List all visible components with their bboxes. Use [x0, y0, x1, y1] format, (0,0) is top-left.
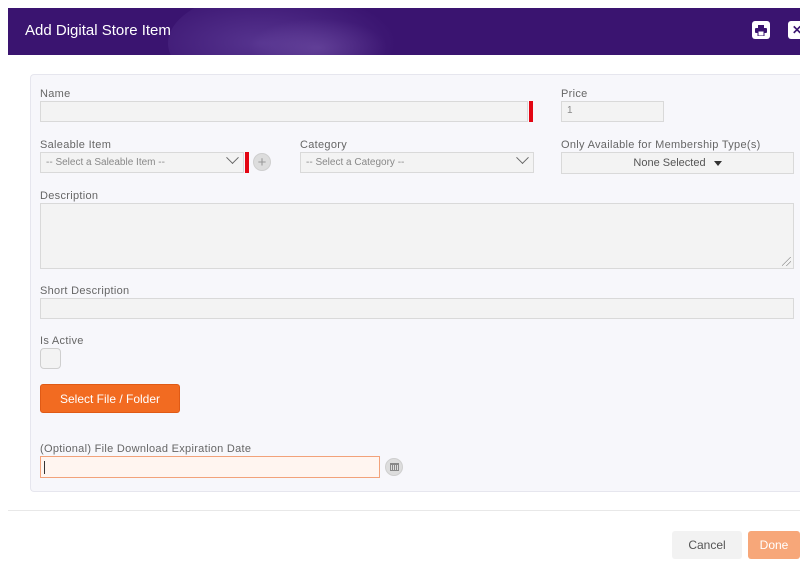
saleable-item-label: Saleable Item [40, 139, 112, 151]
required-marker [529, 101, 533, 122]
done-button[interactable]: Done [748, 531, 800, 559]
membership-selected-value: None Selected [633, 157, 706, 169]
expiration-date-label: (Optional) File Download Expiration Date [40, 443, 252, 455]
description-textarea[interactable] [40, 203, 794, 269]
is-active-label: Is Active [40, 335, 84, 347]
resize-handle-icon[interactable] [782, 257, 791, 266]
modal-header: Add Digital Store Item ✕ [8, 8, 800, 55]
calendar-icon[interactable] [385, 458, 403, 476]
close-icon[interactable]: ✕ [788, 21, 800, 39]
print-icon[interactable] [752, 21, 770, 39]
modal-edge [0, 0, 8, 574]
price-input[interactable]: 1 [561, 101, 664, 122]
add-digital-store-item-modal: Add Digital Store Item ✕ Name Price 1 Sa… [0, 0, 800, 574]
cancel-button[interactable]: Cancel [672, 531, 742, 559]
saleable-item-placeholder: -- Select a Saleable Item -- [46, 157, 165, 168]
footer-divider [8, 510, 800, 511]
modal-title: Add Digital Store Item [25, 22, 171, 39]
short-description-label: Short Description [40, 285, 130, 297]
chevron-down-icon [226, 151, 239, 165]
category-label: Category [300, 139, 348, 151]
short-description-input[interactable] [40, 298, 794, 319]
text-cursor [44, 461, 45, 474]
expiration-date-input[interactable] [40, 456, 380, 478]
is-active-checkbox[interactable] [40, 348, 61, 369]
description-label: Description [40, 190, 99, 202]
add-saleable-item-icon[interactable]: + [253, 153, 271, 171]
price-label: Price [561, 88, 588, 100]
required-marker [245, 152, 249, 173]
chevron-down-icon [516, 151, 529, 165]
select-file-button[interactable]: Select File / Folder [40, 384, 180, 413]
saleable-item-select[interactable]: -- Select a Saleable Item -- [40, 151, 244, 173]
caret-down-icon [713, 160, 722, 166]
category-select[interactable]: -- Select a Category -- [300, 151, 534, 173]
name-label: Name [40, 88, 71, 100]
membership-label: Only Available for Membership Type(s) [561, 139, 761, 151]
category-placeholder: -- Select a Category -- [306, 157, 405, 168]
form-panel [30, 74, 800, 492]
membership-multiselect[interactable]: None Selected [561, 152, 794, 174]
name-input[interactable] [40, 101, 528, 122]
